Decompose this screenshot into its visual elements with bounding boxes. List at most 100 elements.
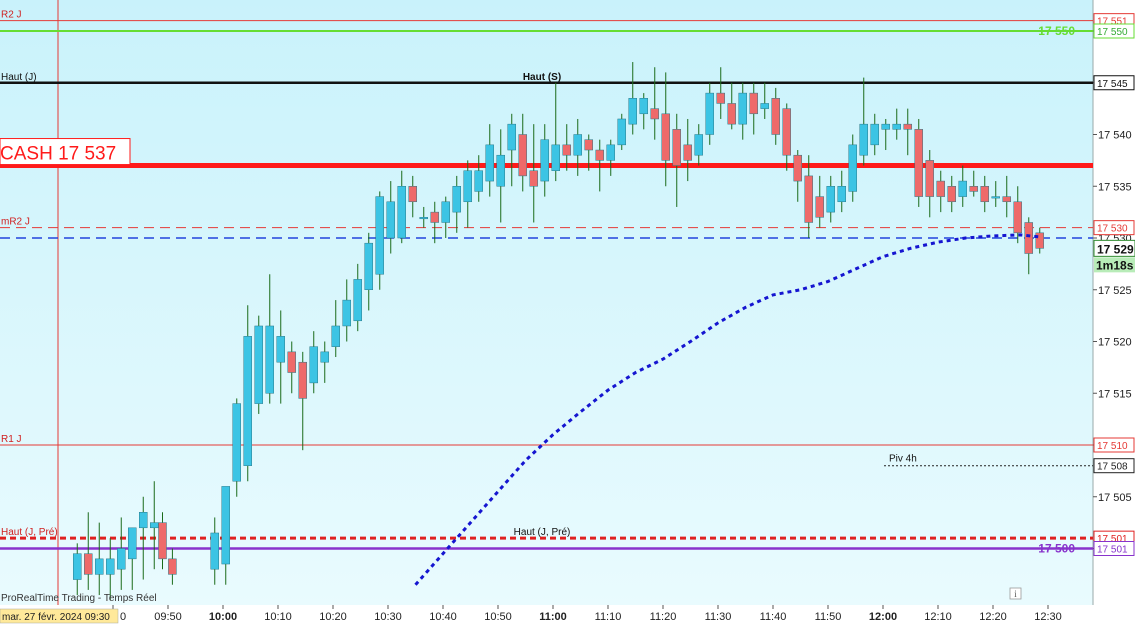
candle-body-20 (320, 351, 329, 363)
price-tag-1: 17 550 (1097, 27, 1128, 38)
candle-body-74 (914, 129, 923, 197)
time-tick-label-14: 12:00 (869, 611, 897, 623)
candle-body-68 (848, 144, 857, 192)
last-price-tag: 17 529 (1097, 242, 1134, 256)
level-mid-label-2: Haut (S) (523, 72, 561, 83)
price-tick-label-8: 17 540 (1098, 130, 1132, 142)
candle-body-82 (1002, 196, 1011, 203)
date-label: mar. 27 févr. 2024 09:30 (2, 612, 110, 623)
candle-body-54 (694, 134, 703, 156)
price-tag-9: 17 501 (1097, 545, 1128, 556)
candle-body-57 (727, 103, 736, 125)
candle-body-17 (287, 351, 296, 373)
candle-body-66 (826, 186, 835, 213)
candle-body-80 (980, 186, 989, 203)
candle-body-29 (419, 217, 428, 220)
level-label-0: R2 J (1, 10, 22, 21)
candle-body-32 (452, 186, 461, 213)
candle-body-15 (265, 325, 274, 394)
candle-body-56 (716, 92, 725, 104)
candle-body-59 (749, 92, 758, 115)
time-tick-label-6: 10:40 (429, 611, 457, 623)
candle-body-39 (529, 170, 538, 187)
candle-body-69 (859, 123, 868, 156)
candle-body-45 (595, 149, 604, 161)
time-tick-label-9: 11:10 (595, 611, 622, 623)
candle-body-41 (551, 144, 560, 171)
price-tick-label-3: 17 515 (1098, 388, 1132, 400)
price-axis-background (1093, 0, 1135, 605)
level-label-4: mR2 J (1, 217, 30, 228)
candle-body-3 (106, 558, 115, 575)
candle-body-83 (1013, 201, 1022, 234)
candle-body-25 (375, 196, 384, 275)
candle-body-55 (705, 92, 714, 135)
price-tick-label-5: 17 525 (1098, 285, 1132, 297)
watermark: ProRealTime Trading - Temps Réel (1, 593, 157, 604)
candle-body-48 (628, 98, 637, 125)
candle-body-65 (815, 196, 824, 218)
candle-body-42 (562, 144, 571, 156)
candle-body-0 (73, 553, 82, 580)
candle-body-18 (298, 361, 307, 399)
countdown-tag: 1m18s (1096, 258, 1134, 272)
price-chart[interactable]: R2 J 17 550 Haut (J) Haut (S) mR2 J R1 J Piv 4… (0, 0, 1135, 625)
level-mid-label-8: Haut (J, Pré) (514, 527, 571, 538)
candle-body-81 (991, 196, 1000, 199)
candle-body-72 (892, 123, 901, 130)
candle-body-78 (958, 180, 967, 197)
candle-body-62 (782, 108, 791, 156)
time-tick-label-10: 11:20 (650, 611, 677, 623)
time-tick-label-5: 10:30 (374, 611, 402, 623)
candle-body-4 (117, 548, 126, 570)
candle-body-77 (947, 186, 956, 203)
candle-body-14 (254, 325, 263, 404)
candle-body-73 (903, 123, 912, 130)
candle-body-22 (342, 299, 351, 327)
candle-body-37 (507, 123, 516, 151)
candle-body-50 (650, 108, 659, 120)
candle-body-31 (441, 201, 450, 223)
candle-body-2 (95, 558, 104, 575)
candle-body-5 (128, 527, 137, 560)
candle-body-28 (408, 186, 417, 203)
time-tick-label-13: 11:50 (815, 611, 842, 623)
time-tick-label-8: 11:00 (539, 611, 567, 623)
candle-body-9 (168, 558, 177, 575)
price-tag-6: 17 510 (1097, 441, 1128, 452)
candle-body-63 (793, 154, 802, 182)
price-tick-label-7: 17 535 (1098, 181, 1132, 193)
level-label-2: Haut (J) (1, 72, 37, 83)
candle-body-43 (573, 134, 582, 156)
level-inline-label-9: 17 500 (1038, 542, 1075, 556)
candle-body-30 (430, 211, 439, 223)
candle-body-52 (672, 129, 681, 166)
candle-body-21 (331, 325, 340, 347)
candle-body-44 (584, 139, 593, 151)
candle-body-27 (397, 186, 406, 239)
plot-background (0, 0, 1093, 605)
time-tick-label-4: 10:20 (319, 611, 347, 623)
candle-body-8 (158, 522, 167, 560)
candle-body-34 (474, 170, 483, 192)
time-tick-label-11: 11:30 (705, 611, 732, 623)
candle-body-11 (221, 486, 230, 565)
level-label-8: Haut (J, Pré) (1, 527, 58, 538)
candle-body-85 (1035, 232, 1044, 249)
candle-body-79 (969, 186, 978, 192)
candle-body-26 (386, 201, 395, 239)
price-tick-label-4: 17 520 (1098, 337, 1132, 349)
candle-body-75 (925, 160, 934, 197)
price-tag-7: 17 508 (1097, 462, 1128, 473)
cash-label: CASH 17 537 (0, 144, 116, 165)
time-tick-label-12: 11:40 (760, 611, 787, 623)
candle-body-49 (639, 98, 648, 115)
level-label-6: R1 J (1, 434, 22, 445)
time-tick-label-16: 12:20 (979, 611, 1007, 623)
candle-body-64 (804, 175, 813, 223)
price-tag-2: 17 545 (1097, 79, 1128, 90)
candle-body-6 (139, 512, 148, 529)
candle-body-61 (771, 98, 780, 135)
pivot-label: Piv 4h (889, 454, 917, 465)
candle-body-23 (353, 279, 362, 322)
